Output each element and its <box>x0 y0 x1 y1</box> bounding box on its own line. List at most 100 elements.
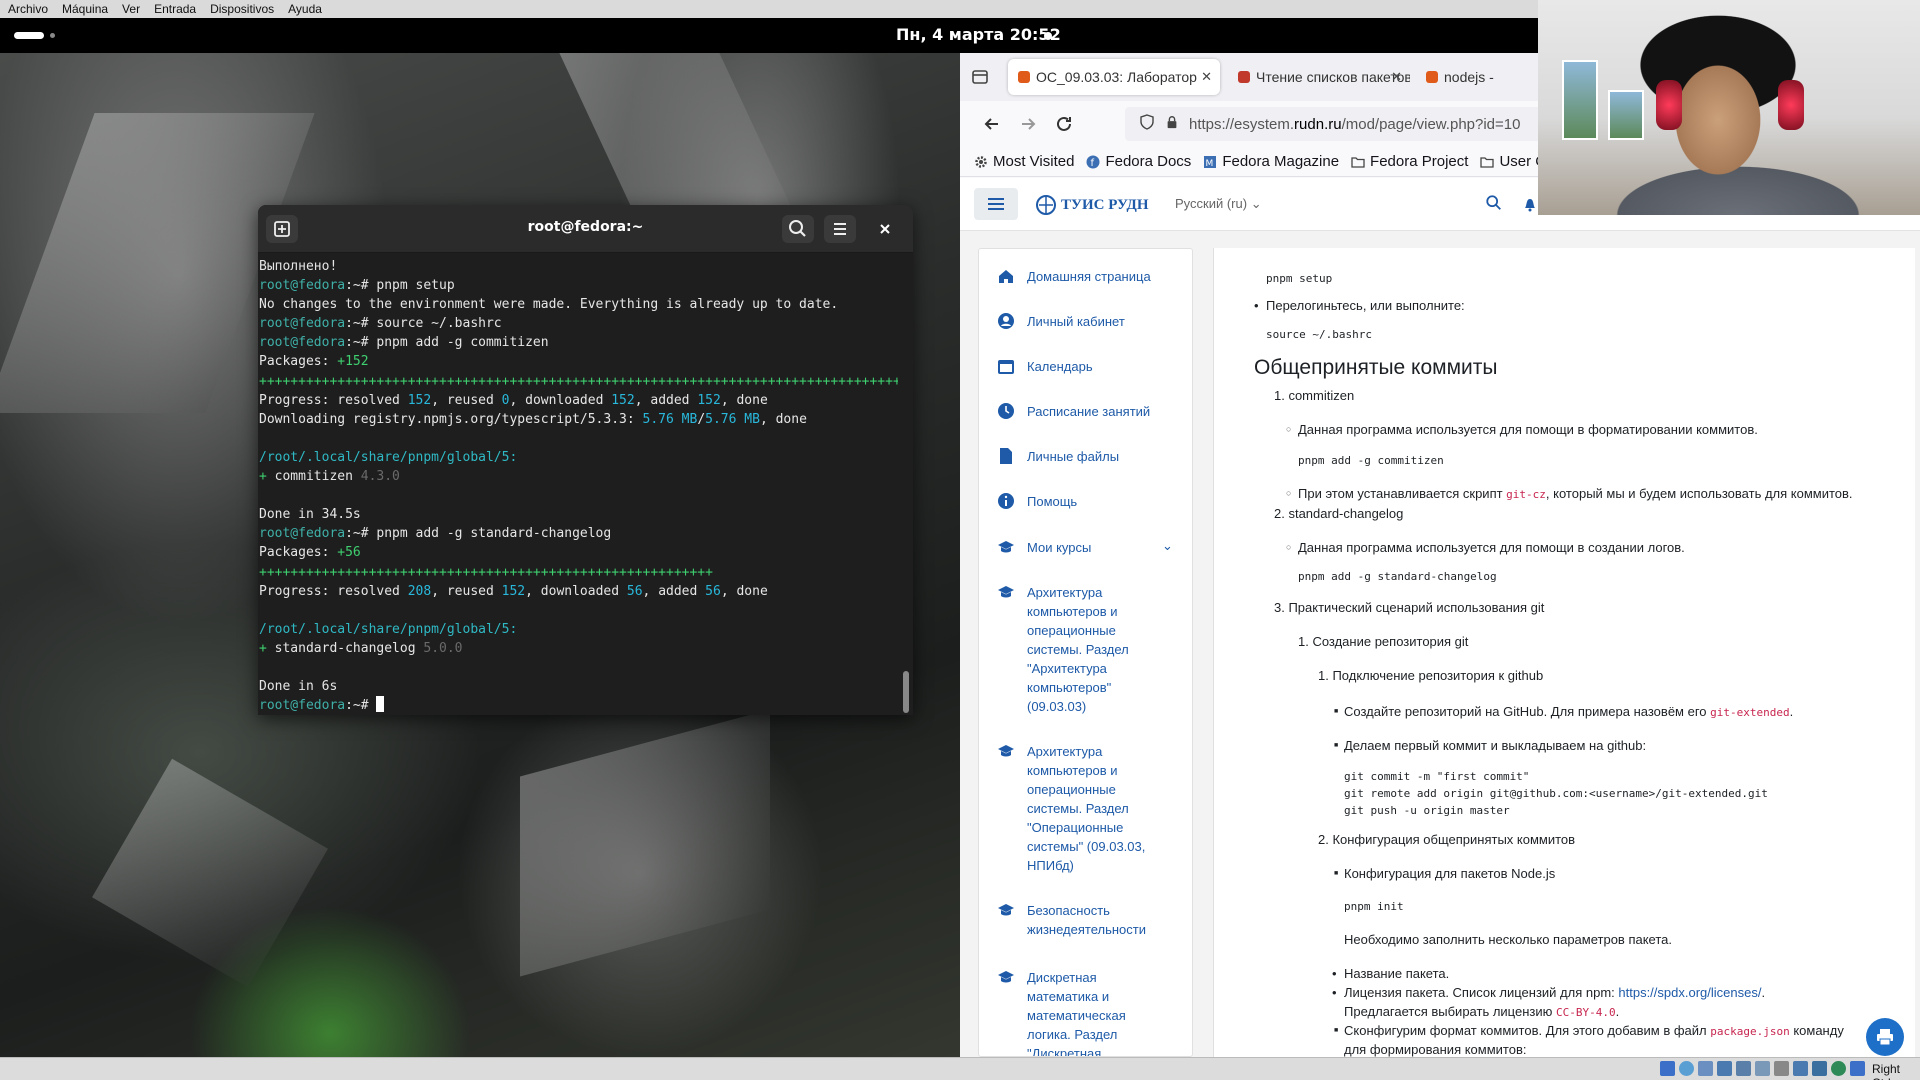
text-config-format: Сконфигурим формат коммитов. Для этого д… <box>1334 1023 1844 1038</box>
terminal-line: root@fedora:~# pnpm setup <box>259 276 898 295</box>
bell-icon <box>1525 199 1535 212</box>
terminal-headerbar[interactable]: root@fedora:~ <box>258 205 913 253</box>
vm-menu-dispositivos[interactable]: Dispositivos <box>210 2 274 16</box>
drawer-item-help[interactable]: Помощь <box>979 492 1192 511</box>
shield-icon[interactable] <box>1139 114 1155 134</box>
drawer-course-bjd[interactable]: Безопасность жизнедеятельности <box>979 901 1192 939</box>
close-icon[interactable]: ✕ <box>1201 69 1212 85</box>
optical-drive-icon[interactable] <box>1679 1061 1694 1076</box>
bookmark-fedora-docs[interactable]: f Fedora Docs <box>1086 153 1191 170</box>
course-label: Безопасность жизнедеятельности <box>1027 903 1146 937</box>
list-item-commitizen: 1. commitizen <box>1274 388 1355 403</box>
terminal-text: Packages: <box>259 545 338 561</box>
language-selector[interactable]: Русский (ru) ⌄ <box>1175 196 1262 212</box>
text-part: Предлагается выбирать лицензию <box>1344 1004 1556 1019</box>
drawer-course-discrete[interactable]: Дискретная математика и математическая л… <box>979 968 1192 1056</box>
vm-menu-ver[interactable]: Ver <box>122 2 140 16</box>
vm-menu-entrada[interactable]: Entrada <box>154 2 196 16</box>
terminal-text: + <box>259 469 275 485</box>
terminal-text: 5.76 MB <box>642 411 698 427</box>
keyboard-icon[interactable] <box>1850 1061 1865 1076</box>
text-license: Лицензия пакета. Список лицензий для npm… <box>1332 985 1765 1000</box>
terminal-text: :~# pnpm add -g commitizen <box>345 335 549 351</box>
nav-drawer: Домашняя страница Личный кабинет Календа… <box>978 248 1193 1057</box>
site-logo[interactable]: ТУИС РУДН <box>1035 194 1149 216</box>
code-git-extended: git-extended <box>1710 706 1790 719</box>
drawer-item-home[interactable]: Домашняя страница <box>979 267 1192 286</box>
drawer-toggle-button[interactable] <box>974 188 1018 220</box>
terminal-line: ++++++++++++++++++++++++++++++++++++++++… <box>259 563 898 582</box>
terminal-text: Done in 34.5s <box>259 507 361 523</box>
drawer-item-dashboard[interactable]: Личный кабинет <box>979 312 1192 331</box>
reload-button[interactable] <box>1052 112 1076 136</box>
code-pnpm-init: pnpm init <box>1344 900 1404 913</box>
chevron-down-icon[interactable]: ⌄ <box>1162 538 1173 554</box>
drawer-item-schedule[interactable]: Расписание занятий <box>979 402 1192 421</box>
display-icon[interactable] <box>1774 1061 1789 1076</box>
terminal-text: ++++++++++++++++++++++++++++++++++++++++… <box>259 564 713 580</box>
usb-icon[interactable] <box>1736 1061 1751 1076</box>
drawer-item-calendar[interactable]: Календарь <box>979 357 1192 376</box>
tab-packages[interactable]: Чтение списков пакетов ✕ <box>1228 59 1410 95</box>
url-prefix: https://esystem. <box>1189 115 1295 133</box>
activities-button[interactable] <box>14 32 44 39</box>
cpu-icon[interactable] <box>1812 1061 1827 1076</box>
close-icon <box>880 224 890 234</box>
terminal-line: root@fedora:~# pnpm add -g standard-chan… <box>259 524 898 543</box>
terminal-text: Progress: resolved <box>259 583 408 599</box>
arrow-right-icon <box>1022 118 1036 130</box>
close-icon[interactable]: ✕ <box>1391 69 1402 85</box>
terminal-text: , done <box>759 411 807 427</box>
terminal-text: + <box>259 640 275 656</box>
terminal-text: 152 <box>611 392 635 408</box>
recording-indicator-icon <box>1044 32 1052 40</box>
notifications-button[interactable] <box>1523 194 1537 214</box>
terminal-search-button[interactable] <box>782 215 814 243</box>
calendar-icon <box>998 360 1014 374</box>
terminal-window[interactable]: root@fedora:~ Выполнено! root@fedora:~# p… <box>258 205 913 715</box>
terminal-text: :~# pnpm setup <box>345 278 455 294</box>
bookmark-fedora-magazine[interactable]: M Fedora Magazine <box>1203 153 1339 170</box>
course-label: Архитектура компьютеров и операционные с… <box>1027 585 1129 714</box>
vm-menu-maquina[interactable]: Máquina <box>62 2 108 16</box>
lock-icon[interactable] <box>1165 114 1179 134</box>
terminal-text: Выполнено! <box>259 259 338 274</box>
bookmark-most-visited[interactable]: Most Visited <box>974 153 1074 170</box>
terminal-close-button[interactable] <box>873 217 897 241</box>
code-source-bashrc: source ~/.bashrc <box>1266 328 1372 341</box>
terminal-text: 56 <box>705 583 721 599</box>
clock[interactable]: Пн, 4 марта 20:52 <box>896 25 1061 44</box>
spdx-licenses-link[interactable]: https://spdx.org/licenses/ <box>1618 985 1761 1000</box>
tab-nodejs[interactable]: nodejs - <box>1416 59 1496 95</box>
terminal-scrollbar[interactable] <box>903 671 909 713</box>
audio-icon[interactable] <box>1698 1061 1713 1076</box>
code-git-remote: git remote add origin git@github.com:<us… <box>1344 787 1768 800</box>
bookmark-fedora-project[interactable]: Fedora Project <box>1351 153 1468 170</box>
vm-statusbar: Right Ctrl <box>0 1057 1920 1080</box>
hard-disk-icon[interactable] <box>1660 1061 1675 1076</box>
drawer-course-arch-1[interactable]: Архитектура компьютеров и операционные с… <box>979 583 1192 716</box>
terminal-output[interactable]: Выполнено! root@fedora:~# pnpm setup No ch… <box>258 253 898 715</box>
drawer-course-arch-2[interactable]: Архитектура компьютеров и операционные с… <box>979 742 1192 875</box>
prompt-user-host: root@fedora <box>259 698 346 714</box>
back-button[interactable] <box>980 112 1004 136</box>
network-icon[interactable] <box>1717 1061 1732 1076</box>
text-part: . <box>1615 1004 1620 1019</box>
terminal-text: , done <box>720 583 768 599</box>
mouse-integration-icon[interactable] <box>1831 1061 1846 1076</box>
print-button[interactable] <box>1866 1018 1904 1056</box>
page-search-button[interactable] <box>1485 194 1505 214</box>
terminal-text: standard-changelog <box>274 640 424 656</box>
tab-os-lab[interactable]: ОС_09.03.03: Лаборатор ✕ <box>1008 59 1220 95</box>
shared-folder-icon[interactable] <box>1755 1061 1770 1076</box>
ubuntu-favicon-icon <box>1238 71 1250 83</box>
vm-menu-ayuda[interactable]: Ayuda <box>288 2 322 16</box>
forward-button[interactable] <box>1016 112 1040 136</box>
drawer-item-my-courses[interactable]: Мои курсы ⌄ <box>979 538 1192 557</box>
vm-menu-archivo[interactable]: Archivo <box>8 2 48 16</box>
terminal-text: 208 <box>407 583 432 599</box>
tab-list-button[interactable] <box>968 65 992 89</box>
drawer-item-files[interactable]: Личные файлы <box>979 447 1192 466</box>
recording-icon[interactable] <box>1793 1061 1808 1076</box>
terminal-menu-button[interactable] <box>824 215 856 243</box>
